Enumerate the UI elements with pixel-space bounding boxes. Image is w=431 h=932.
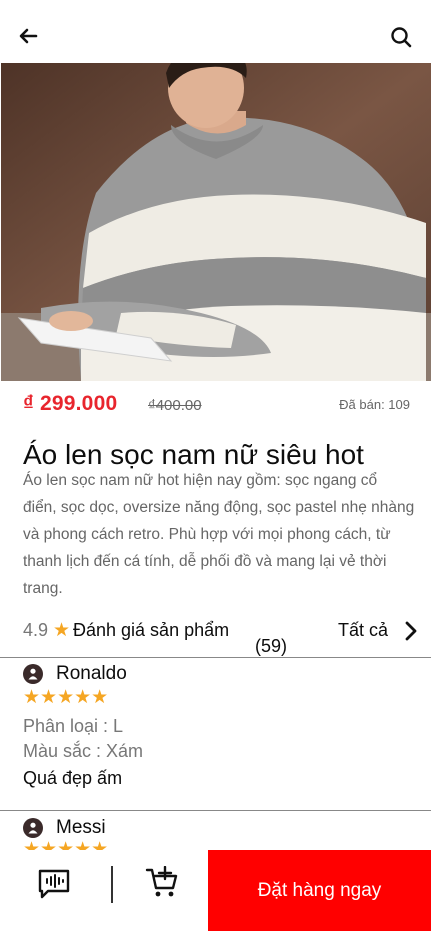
arrow-left-icon[interactable] [16,24,40,48]
bottom-action-bar: Đặt hàng ngay [0,850,431,932]
rating-score: 4.9 [23,620,49,640]
see-all-reviews-link[interactable]: Tất cả [338,620,388,641]
divider [0,657,431,658]
review-color: Màu sắc : Xám [23,741,144,761]
rating-summary: 4.9 ★ Đánh giá sản phẩm (59) Tất cả [0,616,431,658]
product-image [1,63,431,381]
review-stars: ★★★★★ [23,687,109,708]
rating-label: Đánh giá sản phẩm [73,620,230,640]
top-bar [0,0,431,64]
chevron-right-icon[interactable] [403,620,419,642]
review-item: Messi ★★★★★ [0,814,431,850]
review-variant: Phân loại : L [23,716,124,736]
review-stars: ★★★★★ [23,839,109,850]
reviewer-name: Ronaldo [56,663,127,684]
old-price: ₫400.00 [148,397,202,414]
chat-icon[interactable] [37,867,71,901]
add-to-cart-icon[interactable] [145,865,179,900]
current-price: ₫ 299.000 [23,392,118,415]
divider [0,810,431,811]
star-icon: ★ [53,620,71,641]
price-row: ₫ 299.000 ₫400.00 Đã bán: 109 [0,392,431,422]
user-avatar-icon [23,818,43,838]
order-now-button[interactable]: Đặt hàng ngay [208,850,431,931]
search-icon[interactable] [389,25,413,49]
user-avatar-icon [23,664,43,684]
review-item: Ronaldo ★★★★★ Phân loại : L Màu sắc : Xá… [0,660,431,810]
rating-count: (59) [255,636,288,656]
review-comment: Quá đẹp ấm [23,768,123,788]
sold-count: Đã bán: 109 [339,397,410,412]
product-description: Áo len sọc nam nữ hot hiện nay gồm: sọc … [23,472,415,597]
divider [111,866,113,903]
reviewer-name: Messi [56,817,106,838]
